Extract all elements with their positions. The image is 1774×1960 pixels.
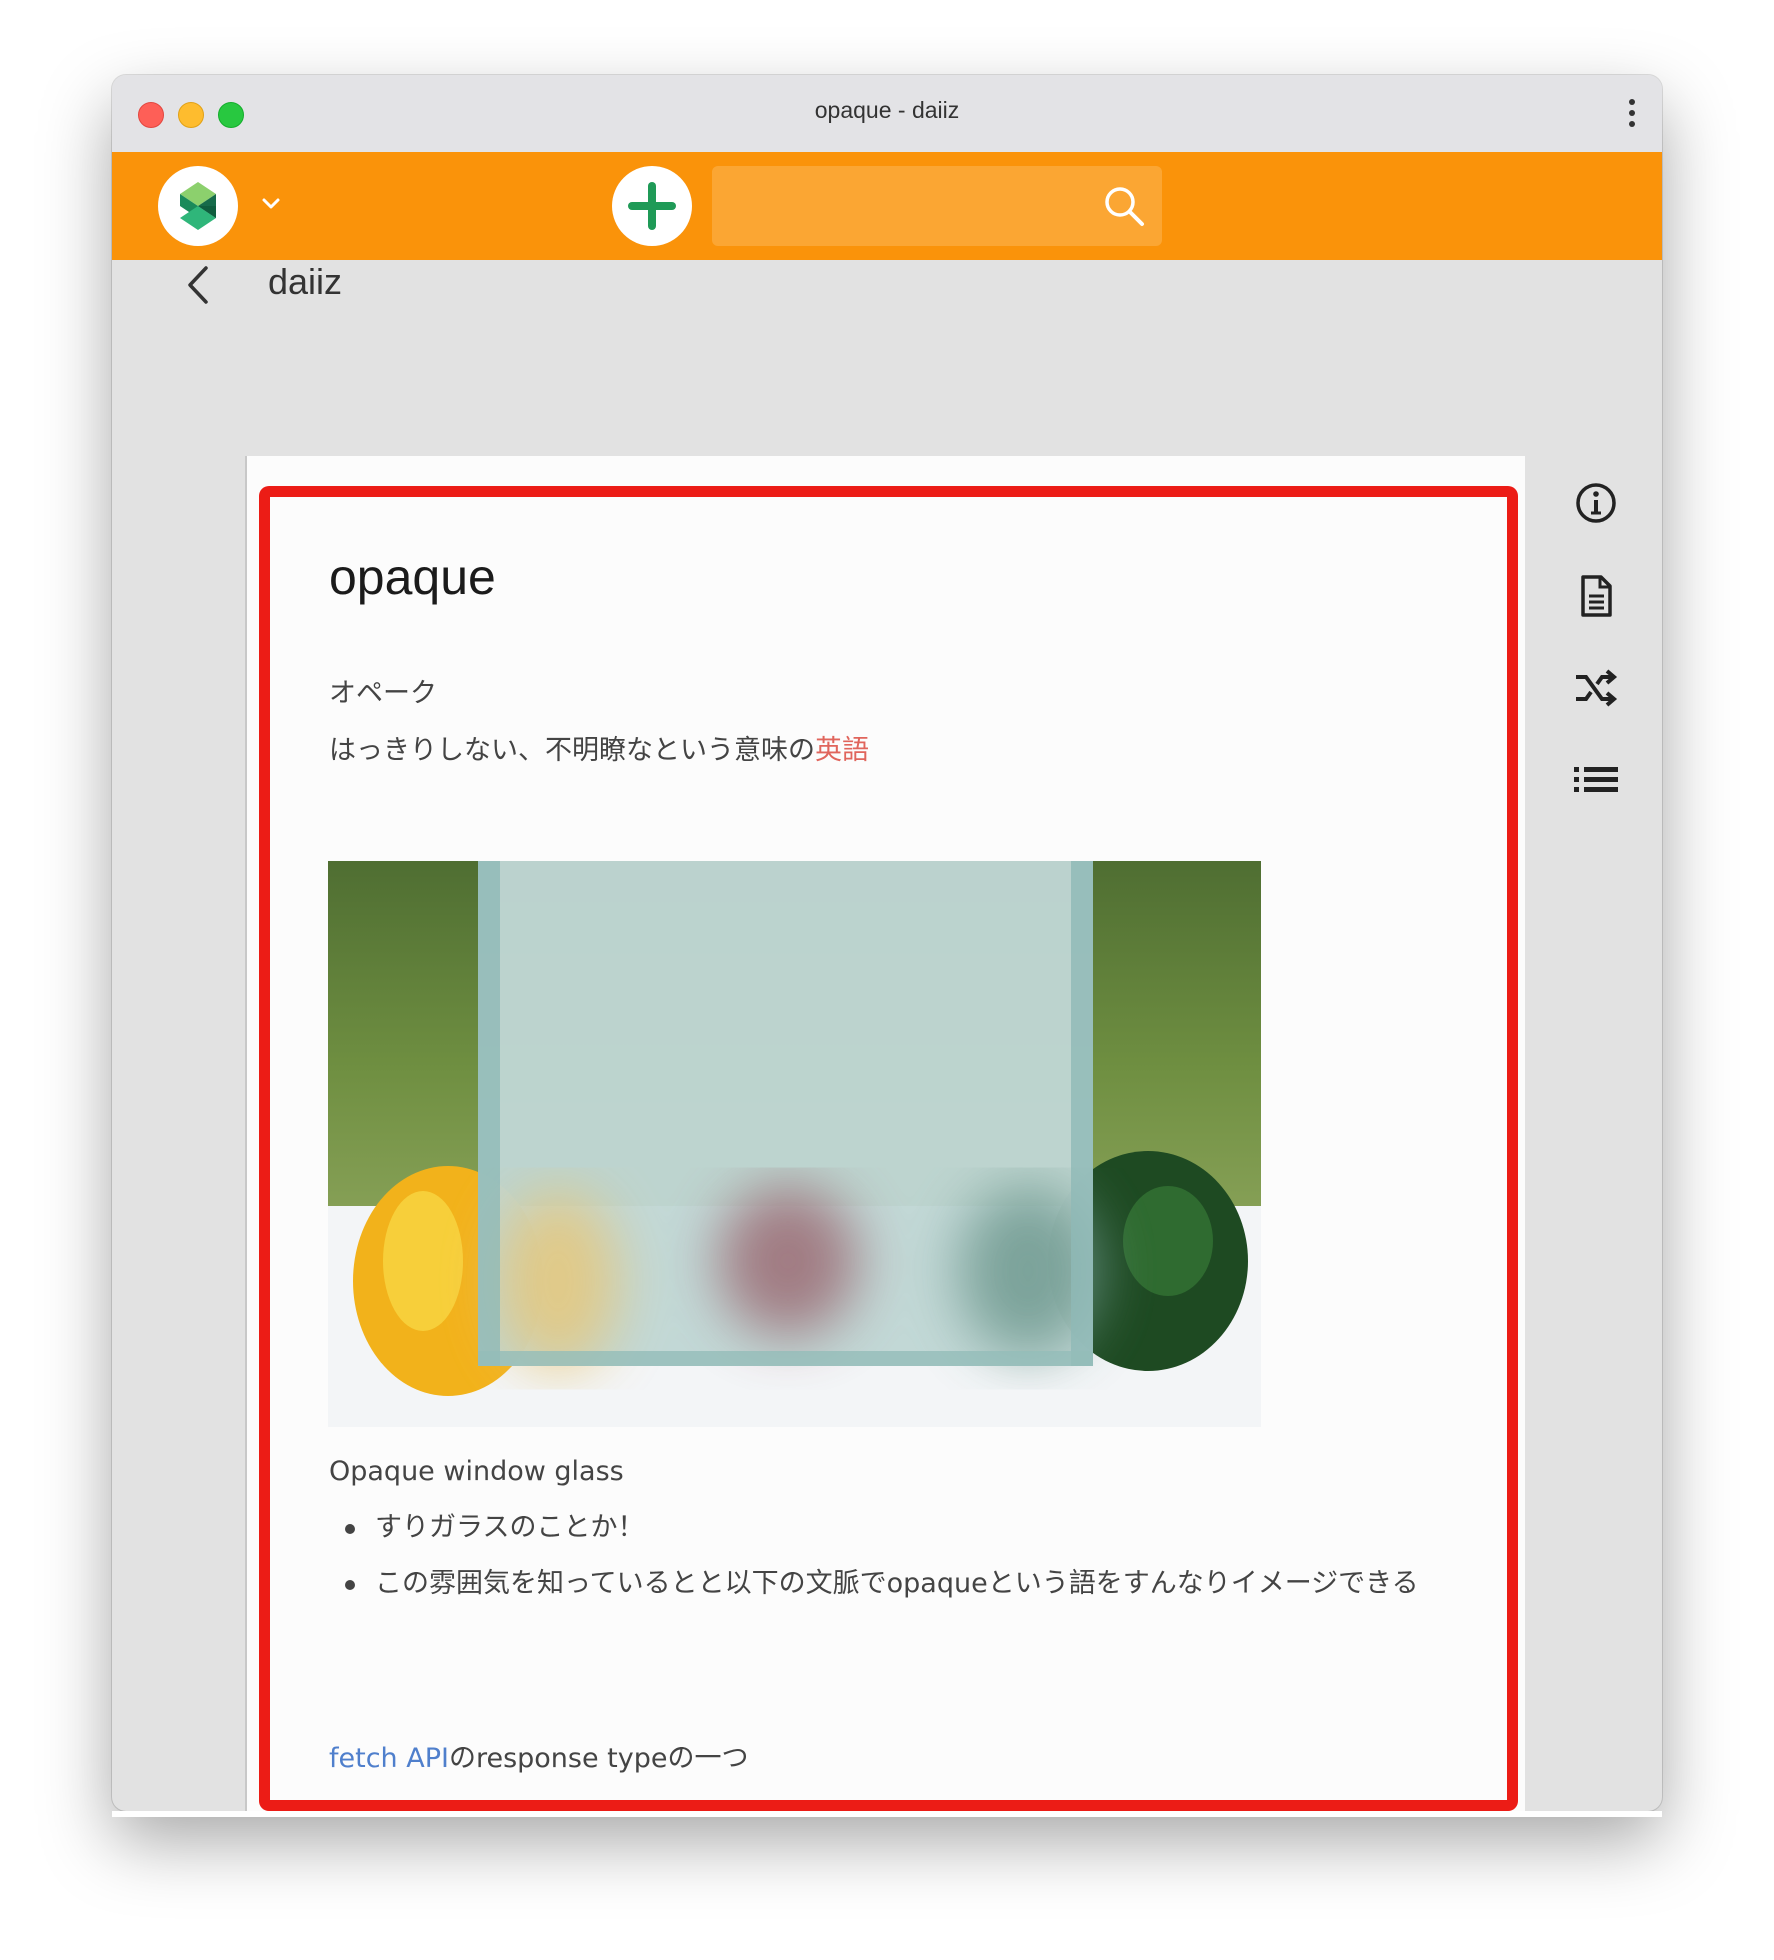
chevron-down-icon[interactable] xyxy=(257,190,285,218)
meaning-text: はっきりしない、不明瞭なという意味の xyxy=(329,735,815,766)
document-icon[interactable] xyxy=(1572,572,1620,620)
window-title: opaque - daiiz xyxy=(814,97,960,123)
fetch-line: fetch APIのresponse typeの一つ xyxy=(329,1736,749,1775)
shuffle-icon[interactable] xyxy=(1572,664,1620,712)
meaning-line: はっきりしない、不明瞭なという意味の英語 xyxy=(329,728,869,767)
project-name-link[interactable]: daiiz xyxy=(268,261,342,303)
project-logo-button[interactable] xyxy=(158,166,238,246)
search-icon[interactable] xyxy=(1102,184,1146,228)
window-bottom-edge xyxy=(112,1811,1662,1817)
frosted-glass-image xyxy=(328,861,1261,1427)
list-item: この雰囲気を知っているとと以下の文脈でopaqueという語をすんなりイメージでき… xyxy=(329,1556,1459,1612)
english-link[interactable]: 英語 xyxy=(815,735,869,766)
title-bar: opaque - daiiz xyxy=(112,75,1662,153)
list-icon[interactable] xyxy=(1572,756,1620,804)
app-bar xyxy=(112,152,1662,260)
list-item: すりガラスのことか！ xyxy=(329,1500,1459,1556)
image-caption: Opaque window glass xyxy=(329,1456,624,1487)
page-title: opaque xyxy=(329,549,496,605)
fetch-api-link[interactable]: fetch API xyxy=(329,1743,449,1774)
new-page-button[interactable] xyxy=(612,166,692,246)
plus-icon xyxy=(628,182,676,230)
scrapbox-logo-icon xyxy=(180,182,216,230)
reading-line: オペーク xyxy=(329,678,437,709)
bullet-list: すりガラスのことか！ この雰囲気を知っているとと以下の文脈でopaqueという語… xyxy=(329,1500,1459,1612)
search-box[interactable] xyxy=(712,166,1162,246)
fetch-suffix-text: のresponse typeの一つ xyxy=(448,1743,749,1774)
opaque-glass-photo xyxy=(328,861,1261,1427)
search-input[interactable] xyxy=(728,182,1092,230)
more-options-icon[interactable] xyxy=(1626,99,1638,129)
info-icon[interactable] xyxy=(1572,479,1620,527)
chevron-left-icon[interactable] xyxy=(182,260,214,310)
